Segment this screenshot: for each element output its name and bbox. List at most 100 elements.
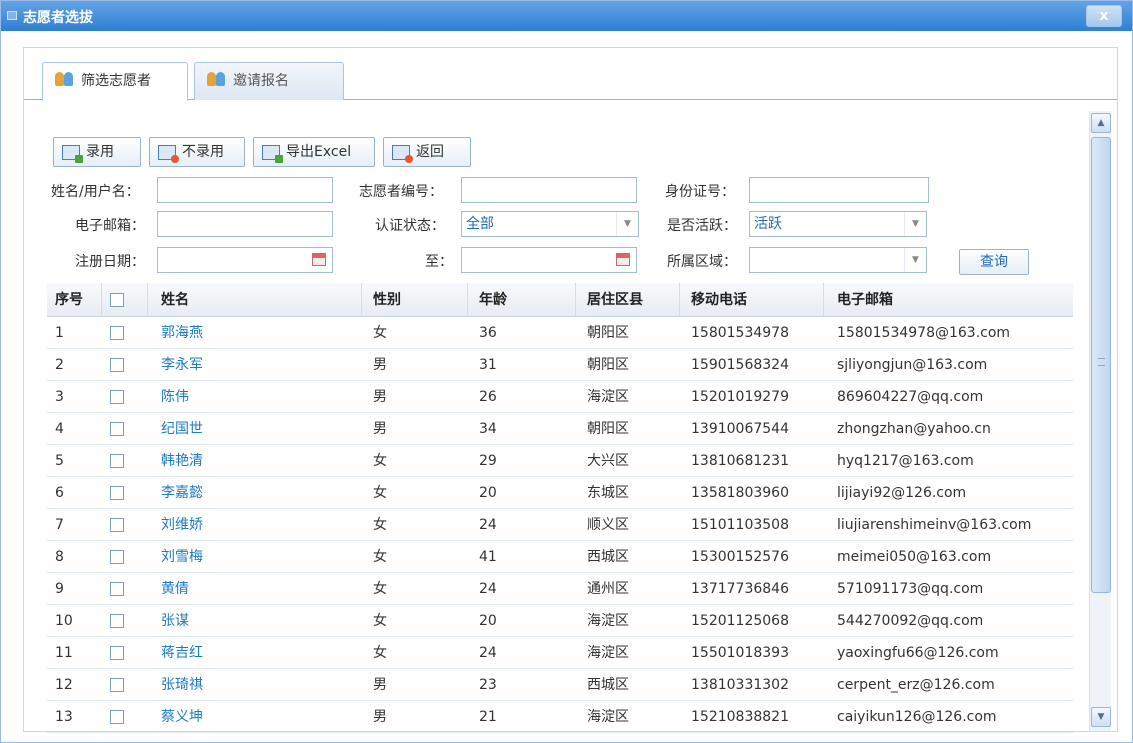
row-checkbox[interactable] <box>110 614 124 628</box>
chevron-down-icon[interactable]: ▼ <box>904 212 926 236</box>
cell-name[interactable]: 郭海燕 <box>161 317 203 348</box>
reject-button[interactable]: 不录用 <box>149 137 245 167</box>
chevron-down-icon[interactable]: ▼ <box>616 212 638 236</box>
table-row[interactable]: 13 蔡义坤 男 21 海淀区 15210838821 caiyikun126@126.co… <box>47 701 1073 733</box>
table-row[interactable]: 7 刘维娇 女 24 顺义区 15101103508 liujiarenshimeinv@1… <box>47 509 1073 541</box>
cell-name[interactable]: 韩艳清 <box>161 445 203 476</box>
grip-icon <box>1098 358 1105 366</box>
scroll-thumb[interactable] <box>1091 137 1111 593</box>
col-header-district[interactable]: 居住区县 <box>587 283 643 316</box>
active-select[interactable]: 活跃 ▼ <box>749 211 927 237</box>
cell-age: 20 <box>479 485 497 501</box>
row-checkbox[interactable] <box>110 678 124 692</box>
row-checkbox[interactable] <box>110 646 124 660</box>
region-label: 所属区域： <box>667 254 737 270</box>
row-checkbox[interactable] <box>110 550 124 564</box>
scroll-down-icon[interactable]: ▼ <box>1091 707 1111 727</box>
cell-name[interactable]: 蒋吉红 <box>161 637 203 668</box>
cell-name[interactable]: 张谋 <box>161 605 189 636</box>
cell-index: 9 <box>55 581 64 597</box>
search-button[interactable]: 查询 <box>959 249 1029 275</box>
cell-name[interactable]: 黄倩 <box>161 573 189 604</box>
accept-icon <box>62 145 83 163</box>
cell-gender: 女 <box>373 517 387 533</box>
cell-mobile: 15201019279 <box>691 389 789 405</box>
cell-age: 24 <box>479 517 497 533</box>
cell-index: 5 <box>55 453 64 469</box>
select-all-checkbox[interactable] <box>110 293 124 307</box>
cell-index: 6 <box>55 485 64 501</box>
col-header-gender[interactable]: 性别 <box>373 283 401 316</box>
table-row[interactable]: 8 刘雪梅 女 41 西城区 15300152576 meimei050@163.com <box>47 541 1073 573</box>
return-button[interactable]: 返回 <box>383 137 471 167</box>
email-input[interactable] <box>157 211 333 237</box>
scroll-up-icon[interactable]: ▲ <box>1091 113 1111 133</box>
cell-index: 13 <box>55 709 73 725</box>
cell-age: 21 <box>479 709 497 725</box>
col-header-mobile[interactable]: 移动电话 <box>691 283 747 316</box>
cell-gender: 女 <box>373 485 387 501</box>
cell-mobile: 15300152576 <box>691 549 789 565</box>
accept-button[interactable]: 录用 <box>53 137 141 167</box>
row-checkbox[interactable] <box>110 582 124 596</box>
cell-name[interactable]: 陈伟 <box>161 381 189 412</box>
tab-invite-signup[interactable]: 邀请报名 <box>194 62 344 100</box>
volunteers-icon <box>207 72 227 88</box>
cell-district: 海淀区 <box>587 389 629 405</box>
table-row[interactable]: 5 韩艳清 女 29 大兴区 13810681231 hyq1217@163.com <box>47 445 1073 477</box>
table-row[interactable]: 12 张琦祺 男 23 西城区 13810331302 cerpent_erz@126.co… <box>47 669 1073 701</box>
table-row[interactable]: 1 郭海燕 女 36 朝阳区 15801534978 15801534978@163.com <box>47 317 1073 349</box>
export-excel-label: 导出Excel <box>286 144 352 160</box>
export-excel-button[interactable]: 导出Excel <box>253 137 375 167</box>
row-checkbox[interactable] <box>110 422 124 436</box>
cell-name[interactable]: 李嘉懿 <box>161 477 203 508</box>
reject-icon <box>158 145 179 163</box>
row-checkbox[interactable] <box>110 326 124 340</box>
row-checkbox[interactable] <box>110 454 124 468</box>
cell-gender: 男 <box>373 357 387 373</box>
row-checkbox[interactable] <box>110 390 124 404</box>
table-row[interactable]: 6 李嘉懿 女 20 东城区 13581803960 lijiayi92@126.com <box>47 477 1073 509</box>
auth-status-select[interactable]: 全部 ▼ <box>461 211 639 237</box>
vertical-scrollbar[interactable]: ▲ ▼ <box>1089 111 1111 731</box>
cell-index: 10 <box>55 613 73 629</box>
table-row[interactable]: 4 纪国世 男 34 朝阳区 13910067544 zhongzhan@yahoo.cn <box>47 413 1073 445</box>
cell-name[interactable]: 刘雪梅 <box>161 541 203 572</box>
calendar-icon[interactable] <box>616 253 630 266</box>
tab-filter-volunteers[interactable]: 筛选志愿者 <box>42 62 188 101</box>
table-row[interactable]: 2 李永军 男 31 朝阳区 15901568324 sjliyongjun@163.com <box>47 349 1073 381</box>
col-header-age[interactable]: 年龄 <box>479 283 507 316</box>
region-select[interactable]: ▼ <box>749 247 927 273</box>
table-row[interactable]: 10 张谋 女 20 海淀区 15201125068 544270092@qq.com <box>47 605 1073 637</box>
table-row[interactable]: 9 黄倩 女 24 通州区 13717736846 571091173@qq.com <box>47 573 1073 605</box>
cell-name[interactable]: 李永军 <box>161 349 203 380</box>
reg-date-from-input[interactable] <box>157 247 333 273</box>
reg-date-to-input[interactable] <box>461 247 637 273</box>
col-header-name[interactable]: 姓名 <box>161 283 189 316</box>
chevron-down-icon[interactable]: ▼ <box>904 248 926 272</box>
cell-district: 顺义区 <box>587 517 629 533</box>
id-card-input[interactable] <box>749 177 929 203</box>
row-checkbox[interactable] <box>110 358 124 372</box>
cell-mobile: 13717736846 <box>691 581 789 597</box>
name-input[interactable] <box>157 177 333 203</box>
cell-name[interactable]: 张琦祺 <box>161 669 203 700</box>
col-header-email[interactable]: 电子邮箱 <box>837 283 893 316</box>
cell-name[interactable]: 蔡义坤 <box>161 701 203 732</box>
cell-district: 西城区 <box>587 677 629 693</box>
cell-age: 36 <box>479 325 497 341</box>
close-button[interactable]: x <box>1086 5 1122 27</box>
cell-name[interactable]: 纪国世 <box>161 413 203 444</box>
table-row[interactable]: 3 陈伟 男 26 海淀区 15201019279 869604227@qq.com <box>47 381 1073 413</box>
row-checkbox[interactable] <box>110 486 124 500</box>
volunteer-id-input[interactable] <box>461 177 637 203</box>
grid-header: 序号 姓名 性别 年龄 居住区县 移动电话 电子邮箱 <box>47 283 1073 317</box>
table-row[interactable]: 11 蒋吉红 女 24 海淀区 15501018393 yaoxingfu66@126.co… <box>47 637 1073 669</box>
row-checkbox[interactable] <box>110 518 124 532</box>
cell-name[interactable]: 刘维娇 <box>161 509 203 540</box>
row-checkbox[interactable] <box>110 710 124 724</box>
calendar-icon[interactable] <box>312 253 326 266</box>
cell-age: 23 <box>479 677 497 693</box>
cell-email: hyq1217@163.com <box>837 453 974 469</box>
email-label: 电子邮箱： <box>75 218 145 234</box>
